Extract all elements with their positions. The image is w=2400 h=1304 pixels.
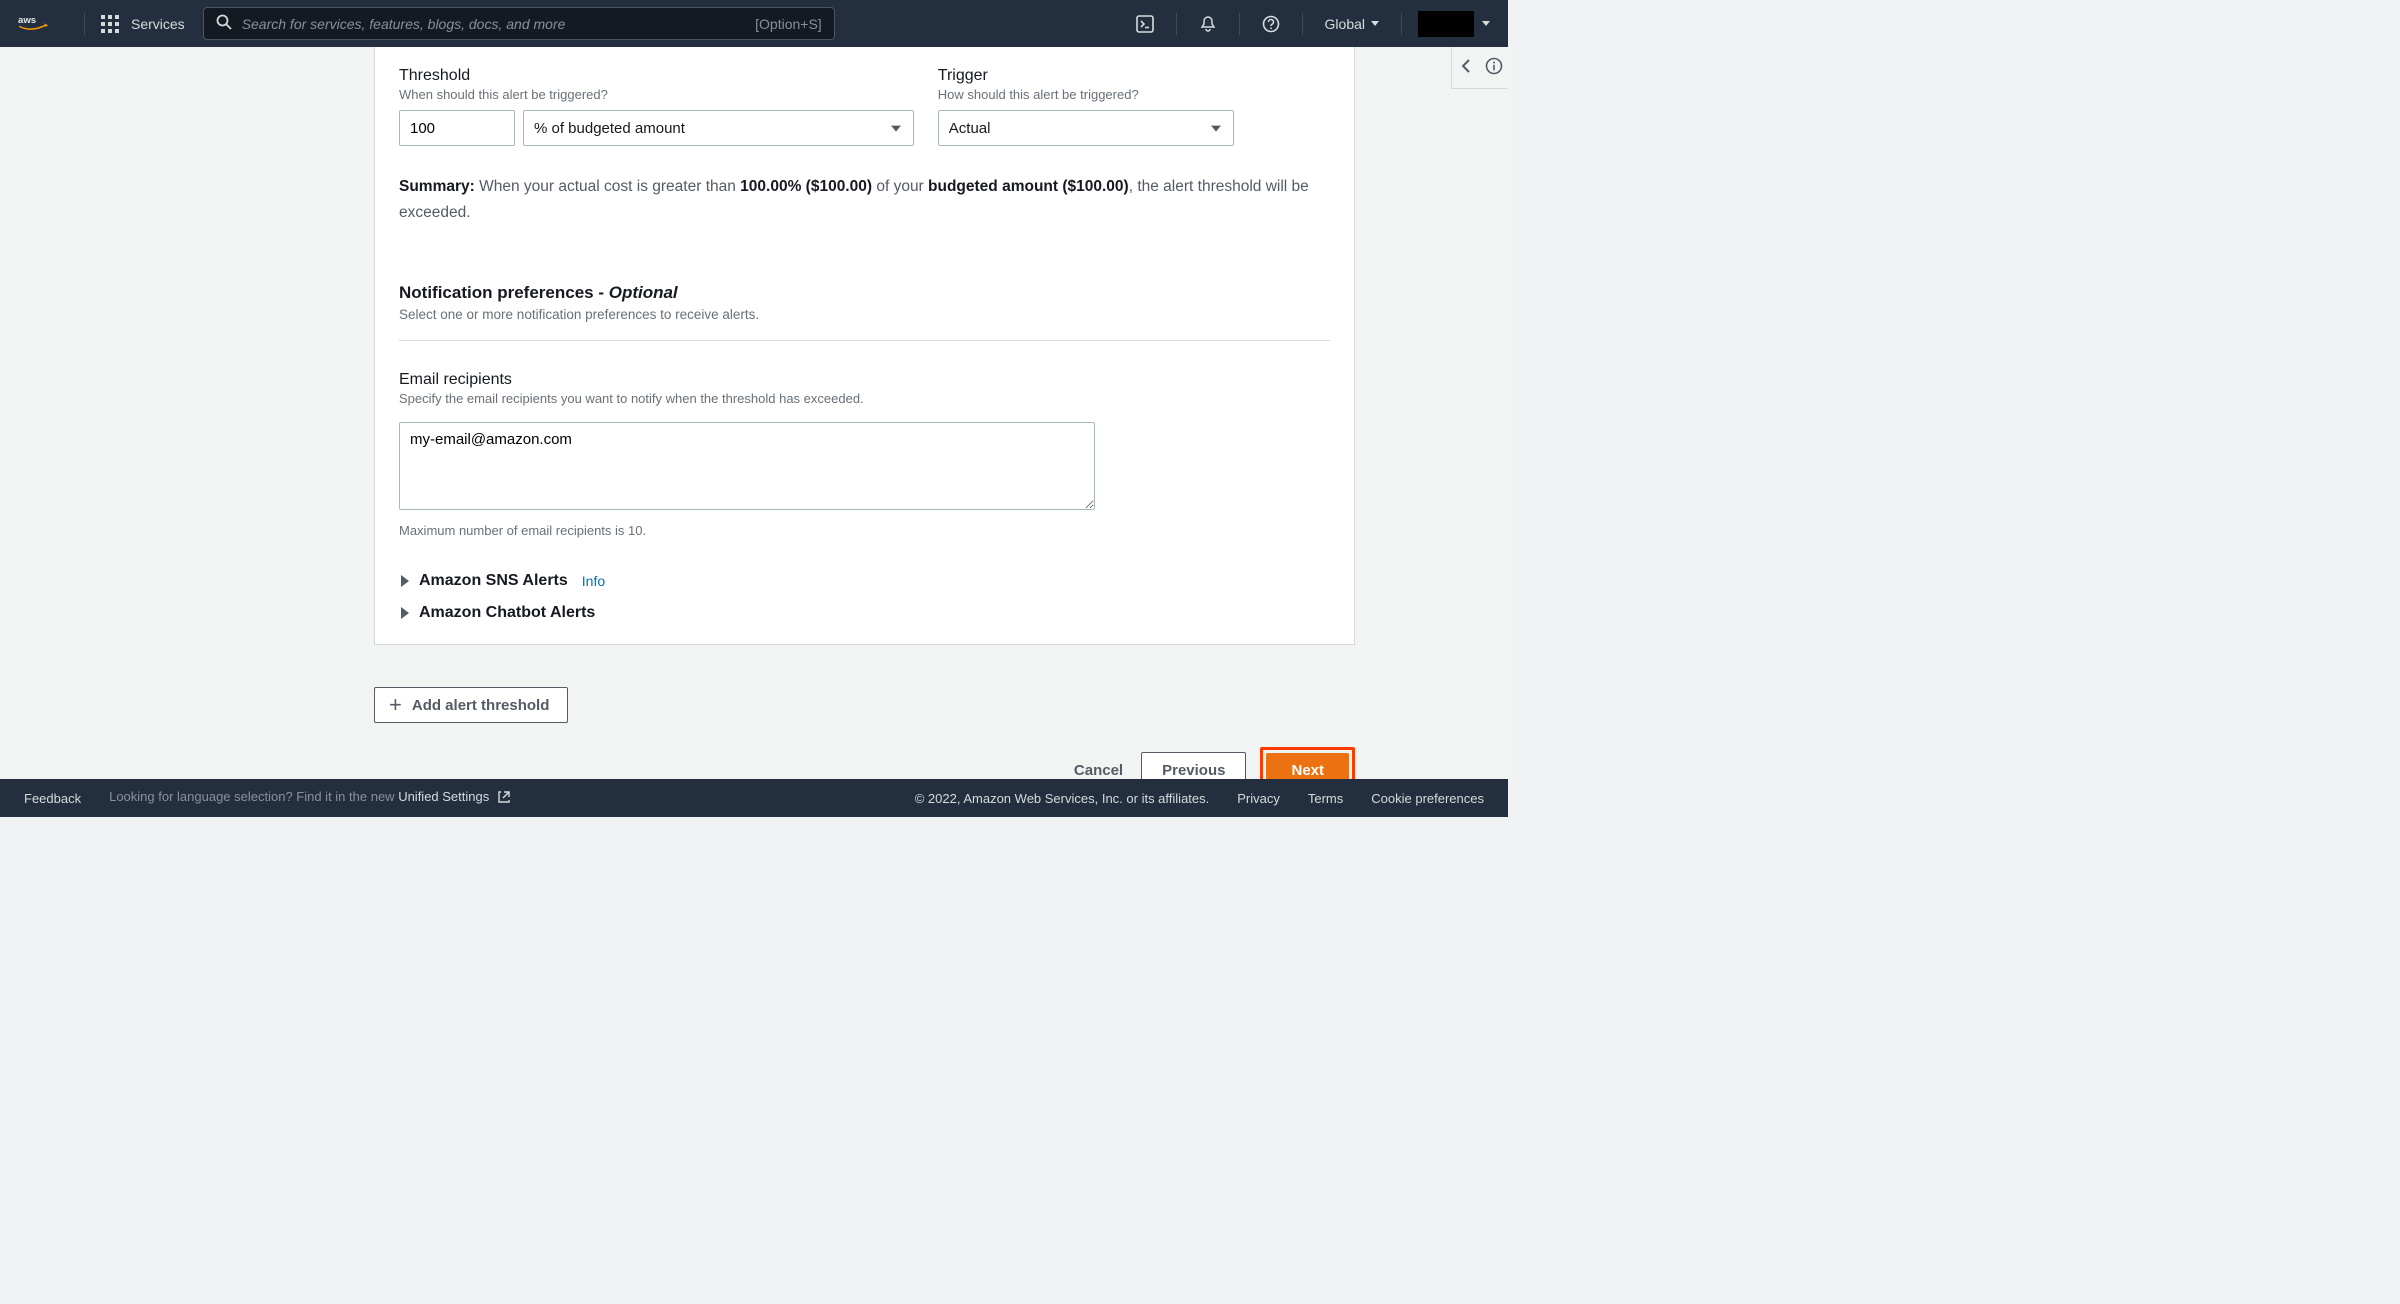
search-input[interactable] xyxy=(242,16,745,32)
help-icon[interactable] xyxy=(1250,0,1292,47)
summary-prefix: Summary: xyxy=(399,178,475,195)
chevron-down-icon xyxy=(1371,21,1379,26)
threshold-unit-select[interactable]: % of budgeted amount xyxy=(523,110,914,146)
email-recipients-label: Email recipients xyxy=(399,371,1330,389)
chatbot-alerts-expander[interactable]: Amazon Chatbot Alerts xyxy=(399,604,1330,622)
chatbot-alerts-label: Amazon Chatbot Alerts xyxy=(419,604,595,622)
threshold-label: Threshold xyxy=(399,67,914,85)
notifications-icon[interactable] xyxy=(1187,0,1229,47)
divider xyxy=(1401,13,1402,35)
region-label: Global xyxy=(1325,16,1365,32)
unified-settings-link[interactable]: Unified Settings xyxy=(398,789,489,804)
caret-right-icon xyxy=(401,607,409,619)
search-bar[interactable]: [Option+S] xyxy=(203,7,835,40)
right-rail xyxy=(1451,47,1508,89)
content-area: Threshold When should this alert be trig… xyxy=(0,47,1508,779)
privacy-link[interactable]: Privacy xyxy=(1237,791,1280,806)
notification-preferences-subtitle: Select one or more notification preferen… xyxy=(399,307,1330,322)
notification-preferences-title: Notification preferences - Optional xyxy=(399,283,1330,303)
divider xyxy=(399,340,1330,341)
aws-logo[interactable]: aws xyxy=(0,13,74,35)
feedback-link[interactable]: Feedback xyxy=(24,791,81,806)
account-menu[interactable] xyxy=(1418,11,1474,37)
cloudshell-icon[interactable] xyxy=(1124,0,1166,47)
add-alert-threshold-label: Add alert threshold xyxy=(412,697,550,714)
grid-icon xyxy=(101,15,119,33)
region-selector[interactable]: Global xyxy=(1313,16,1391,32)
copyright-text: © 2022, Amazon Web Services, Inc. or its… xyxy=(915,791,1210,806)
threshold-help: When should this alert be triggered? xyxy=(399,87,914,102)
chevron-down-icon xyxy=(1482,21,1490,26)
plus-icon: + xyxy=(389,694,402,716)
trigger-field: Trigger How should this alert be trigger… xyxy=(938,67,1330,146)
threshold-field: Threshold When should this alert be trig… xyxy=(399,67,914,146)
trigger-value: Actual xyxy=(949,120,991,137)
terms-link[interactable]: Terms xyxy=(1308,791,1343,806)
language-hint: Looking for language selection? Find it … xyxy=(109,789,511,806)
add-alert-threshold-button[interactable]: + Add alert threshold xyxy=(374,687,568,723)
services-label: Services xyxy=(131,16,185,32)
divider xyxy=(84,13,85,35)
trigger-label: Trigger xyxy=(938,67,1330,85)
email-recipients-help: Specify the email recipients you want to… xyxy=(399,391,1330,406)
trigger-help: How should this alert be triggered? xyxy=(938,87,1330,102)
email-recipients-input[interactable] xyxy=(399,422,1095,510)
trigger-select[interactable]: Actual xyxy=(938,110,1234,146)
divider xyxy=(1302,13,1303,35)
alert-threshold-panel: Threshold When should this alert be trig… xyxy=(374,47,1355,645)
collapse-right-icon[interactable] xyxy=(1457,57,1475,78)
chevron-down-icon xyxy=(891,126,901,132)
external-link-icon xyxy=(497,790,511,807)
sns-info-link[interactable]: Info xyxy=(582,573,605,589)
cookie-preferences-link[interactable]: Cookie preferences xyxy=(1371,791,1484,806)
threshold-unit-value: % of budgeted amount xyxy=(534,120,685,137)
header-actions: Global xyxy=(1124,0,1490,47)
caret-right-icon xyxy=(401,575,409,587)
search-icon xyxy=(216,14,232,33)
aws-header: aws Services [Option+S] Global xyxy=(0,0,1508,47)
sns-alerts-expander[interactable]: Amazon SNS Alerts Info xyxy=(399,572,1330,590)
chevron-down-icon xyxy=(1211,126,1221,132)
sns-alerts-label: Amazon SNS Alerts xyxy=(419,572,568,590)
services-menu[interactable]: Services xyxy=(95,15,191,33)
search-shortcut: [Option+S] xyxy=(755,16,822,32)
divider xyxy=(1176,13,1177,35)
info-circle-icon[interactable] xyxy=(1485,57,1503,78)
email-recipients-hint: Maximum number of email recipients is 10… xyxy=(399,523,1330,538)
threshold-value-input[interactable] xyxy=(399,110,515,146)
divider xyxy=(1239,13,1240,35)
footer-bar: Feedback Looking for language selection?… xyxy=(0,779,1508,817)
svg-text:aws: aws xyxy=(18,14,36,25)
threshold-summary: Summary: When your actual cost is greate… xyxy=(399,174,1330,227)
